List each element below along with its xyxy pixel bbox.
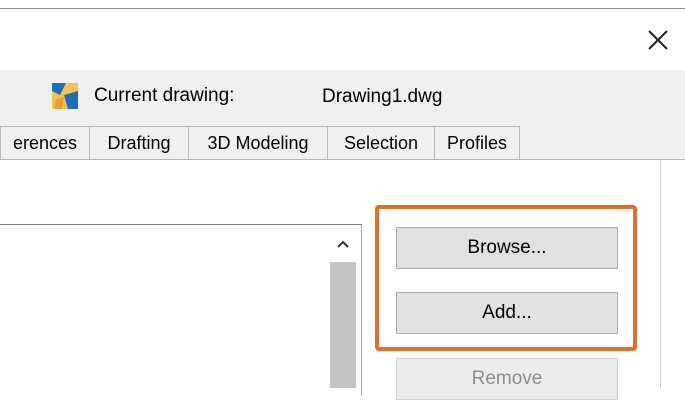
current-drawing-label: Current drawing: [94, 85, 235, 106]
tab-3d-modeling[interactable]: 3D Modeling [188, 126, 328, 159]
drawing-icon [52, 83, 78, 109]
remove-button[interactable]: Remove [396, 358, 618, 400]
drawing-name: Drawing1.dwg [322, 86, 443, 107]
top-border [0, 8, 685, 9]
close-button[interactable] [640, 22, 676, 58]
panel-border [660, 160, 661, 388]
tab-strip: erences Drafting 3D Modeling Selection P… [0, 126, 520, 160]
tab-drafting[interactable]: Drafting [89, 126, 189, 159]
chevron-up-icon [337, 240, 349, 248]
tab-profiles[interactable]: Profiles [434, 126, 520, 159]
close-icon [648, 30, 668, 50]
scrollbar-track[interactable] [330, 262, 356, 388]
current-drawing-row: Current drawing: [50, 78, 234, 114]
tab-user-preferences[interactable]: erences [0, 126, 90, 159]
tab-selection[interactable]: Selection [327, 126, 435, 159]
scroll-up-button[interactable] [330, 230, 356, 258]
profile-list[interactable] [0, 224, 362, 395]
highlight-box [375, 205, 637, 351]
